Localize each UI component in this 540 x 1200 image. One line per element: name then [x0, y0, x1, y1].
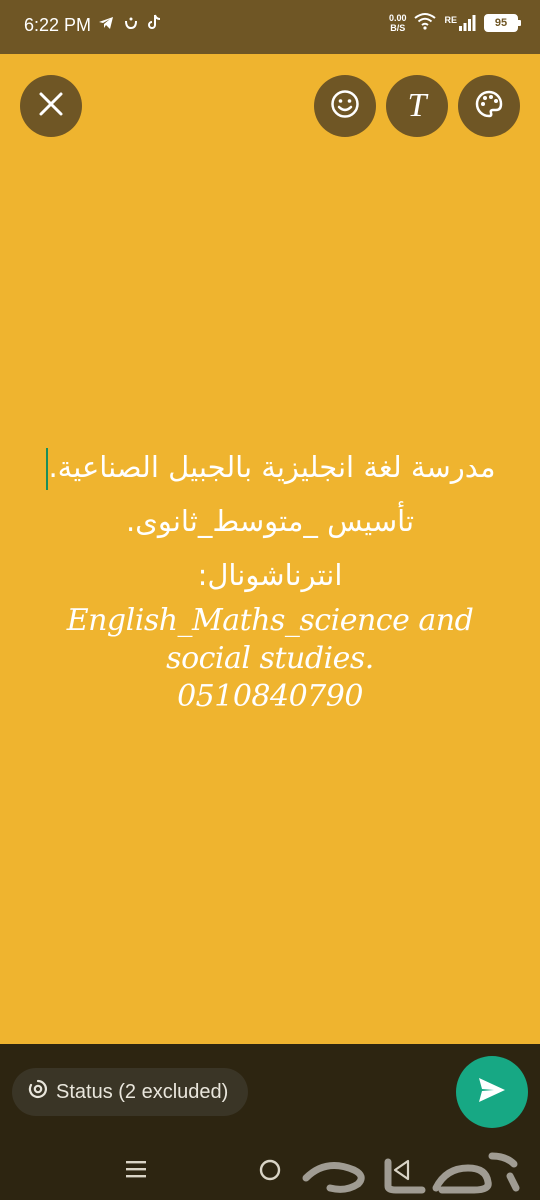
telegram-icon: [98, 15, 114, 34]
notification-icons: [98, 14, 162, 34]
phone-number: 0510840790: [177, 679, 363, 714]
network-speed: 0.00 B/S: [389, 13, 407, 33]
color-button[interactable]: [458, 75, 520, 137]
english-line-2: social studies.: [166, 641, 374, 676]
text-format-icon: T: [407, 87, 427, 124]
arabic-line-1: مدرسة لغة انجليزية بالجبيل الصناعية.: [0, 440, 540, 494]
status-text-editor[interactable]: مدرسة لغة انجليزية بالجبيل الصناعية. تأس…: [0, 440, 540, 716]
arabic-line-1-text: مدرسة لغة انجليزية بالجبيل الصناعية.: [48, 450, 496, 484]
emoji-button[interactable]: [314, 75, 376, 137]
close-icon: [38, 91, 64, 121]
tiktok-icon: [148, 14, 162, 34]
emoji-icon: [330, 89, 360, 123]
close-button[interactable]: [20, 75, 82, 137]
signal-label: RE: [444, 15, 457, 25]
bottom-bar: Status (2 excluded): [0, 1044, 540, 1140]
send-button[interactable]: [456, 1056, 528, 1128]
haraj-watermark: [296, 1148, 526, 1194]
status-audience-label: Status (2 excluded): [56, 1080, 229, 1103]
network-speed-value: 0.00: [388, 13, 407, 23]
signal-icon: RE: [444, 15, 476, 31]
status-audience-button[interactable]: Status (2 excluded): [12, 1068, 249, 1116]
status-ring-icon: [28, 1079, 48, 1105]
home-icon[interactable]: [258, 1158, 282, 1186]
palette-icon: [474, 89, 504, 123]
arabic-line-2: تأسيس _متوسط_ثانوى.: [125, 504, 415, 538]
english-line-1: English_Maths_science and: [66, 603, 474, 638]
clock: 6:22 PM: [24, 15, 92, 35]
menu-icon[interactable]: [124, 1158, 148, 1184]
send-icon: [477, 1076, 507, 1108]
text-style-button[interactable]: T: [386, 75, 448, 137]
arabic-line-3: انترناشونال:: [197, 558, 343, 592]
battery-icon: 95: [484, 14, 521, 32]
nun-app-icon: [124, 15, 138, 34]
network-speed-unit: B/S: [390, 23, 406, 33]
battery-level: 95: [494, 17, 508, 29]
status-bar: 6:22 PM 0.00 B/S RE 95: [0, 0, 540, 54]
wifi-icon: [414, 12, 437, 34]
